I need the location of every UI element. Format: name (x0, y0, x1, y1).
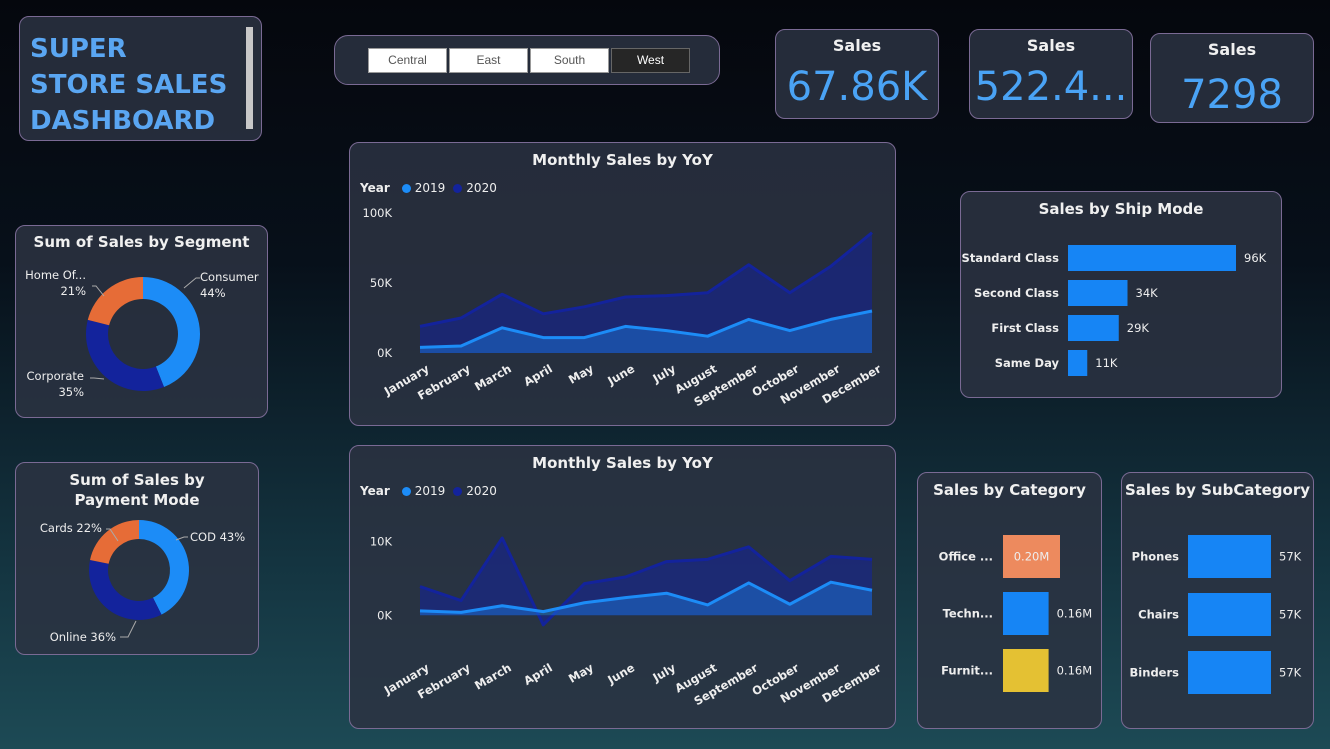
data-label: 11K (1095, 356, 1118, 370)
dashboard-title: SUPER STORE SALES DASHBOARD (30, 34, 228, 136)
slicer-west[interactable]: West (611, 48, 690, 73)
payment-donut-chart: COD 43% Online 36% Cards 22% (40, 520, 245, 644)
slice-label: Cards 22% (40, 521, 102, 535)
slice-label: Consumer (200, 270, 259, 284)
kpi-value: 67.86K (786, 64, 928, 110)
data-label: 96K (1244, 251, 1267, 265)
bar (1068, 315, 1119, 341)
segment-donut-chart: Consumer 44% Corporate 35% Home Of... 21% (25, 268, 259, 399)
category-label: Furnit... (941, 664, 993, 678)
category-label: First Class (991, 321, 1059, 335)
x-tick-label: March (472, 361, 514, 393)
x-tick-label: April (521, 361, 555, 388)
leader-line (120, 620, 137, 638)
slice-label: Corporate (27, 369, 85, 383)
data-label: 0.16M (1057, 664, 1093, 678)
bar (1068, 280, 1128, 306)
category-label: Second Class (974, 286, 1059, 300)
ship-mode-bar-chart: Standard Class 96K Second Class 34K First Cl… (962, 245, 1267, 376)
slicer-central[interactable]: Central (368, 48, 447, 73)
data-label: 34K (1136, 286, 1159, 300)
bar (1068, 350, 1088, 376)
slice-label: COD 43% (190, 530, 245, 544)
monthly-sales-chart-2-card: Monthly Sales by YoY Year 2019 2020 0K 10… (349, 445, 896, 729)
data-label: 29K (1127, 321, 1150, 335)
category-label: Same Day (995, 356, 1060, 370)
segment-donut-card: Sum of Sales by Segment Consumer 44% Corpo… (15, 225, 268, 418)
x-tick-label: May (566, 660, 596, 686)
bar (1068, 245, 1236, 271)
category-label: Phones (1132, 550, 1180, 564)
kpi-label: Sales (832, 36, 882, 55)
monthly-area-chart-2: 0K10KJanuaryFebruary March April May June Jul… (370, 535, 884, 709)
kpi-value: 7298 (1181, 72, 1283, 118)
dashboard-title-card: SUPER STORE SALES DASHBOARD (19, 16, 262, 141)
donut-slice (89, 559, 162, 620)
title-scrollbar[interactable] (246, 27, 253, 129)
leader-line (183, 277, 200, 289)
kpi-label: Sales (1207, 40, 1257, 59)
x-tick-label: June (604, 660, 637, 687)
slice-label: 35% (58, 385, 84, 399)
data-label: 57K (1279, 608, 1302, 622)
y-tick-label: 0K (377, 346, 392, 360)
data-label: 0.20M (1014, 550, 1050, 564)
slice-label: 44% (200, 286, 226, 300)
data-label: 0.16M (1057, 607, 1093, 621)
category-label: Techn... (943, 607, 993, 621)
category-bar-chart: Office ... 0.20M Techn... 0.16M Furnit... 0.1… (939, 535, 1093, 692)
ship-mode-card: Sales by Ship Mode Standard Class 96K Seco… (960, 191, 1282, 398)
bar (1003, 592, 1049, 635)
leader-line (90, 377, 105, 380)
kpi-value: 522.4... (974, 64, 1128, 110)
y-tick-label: 10K (370, 535, 393, 549)
slicer-east[interactable]: East (449, 48, 528, 73)
slice-label: 21% (60, 284, 86, 298)
x-tick-label: May (566, 361, 596, 387)
y-tick-label: 50K (370, 276, 393, 290)
monthly-sales-chart-1-card: Monthly Sales by YoY Year 2019 2020 0K 50… (349, 142, 896, 426)
donut-slice (85, 319, 164, 391)
subcategory-bar-chart: Phones 57K Chairs 57K Binders 57K (1130, 535, 1302, 694)
y-tick-label: 0K (377, 608, 392, 622)
region-slicer: Central East South West (334, 35, 720, 85)
payment-donut-card: Sum of Sales by Payment Mode COD 43% Onli… (15, 462, 259, 655)
kpi-card-1: Sales 67.86K (775, 29, 939, 119)
monthly-area-chart-1: 0K50K100KJanuaryFebruary March April May Jun… (363, 206, 884, 409)
bar (1003, 649, 1049, 692)
slicer-south[interactable]: South (530, 48, 609, 73)
bar (1188, 651, 1271, 694)
leader-line (92, 285, 105, 297)
category-label: Standard Class (962, 251, 1060, 265)
donut-slice (87, 277, 143, 326)
bar (1188, 535, 1271, 578)
x-tick-label: March (472, 660, 514, 692)
subcategory-card: Sales by SubCategory Phones 57K Chairs 57K B… (1121, 472, 1314, 729)
data-label: 57K (1279, 666, 1302, 680)
x-tick-label: April (521, 660, 555, 687)
y-tick-label: 100K (363, 206, 393, 220)
kpi-card-3: Sales 7298 (1150, 33, 1314, 123)
category-label: Binders (1130, 666, 1180, 680)
category-label: Office ... (939, 550, 993, 564)
kpi-card-2: Sales 522.4... (969, 29, 1133, 119)
category-label: Chairs (1138, 608, 1179, 622)
category-card: Sales by Category Office ... 0.20M Techn..… (917, 472, 1102, 729)
data-label: 57K (1279, 550, 1302, 564)
bar (1188, 593, 1271, 636)
slice-label: Online 36% (50, 630, 116, 644)
slice-label: Home Of... (25, 268, 86, 282)
kpi-label: Sales (1026, 36, 1076, 55)
x-tick-label: June (604, 361, 637, 388)
